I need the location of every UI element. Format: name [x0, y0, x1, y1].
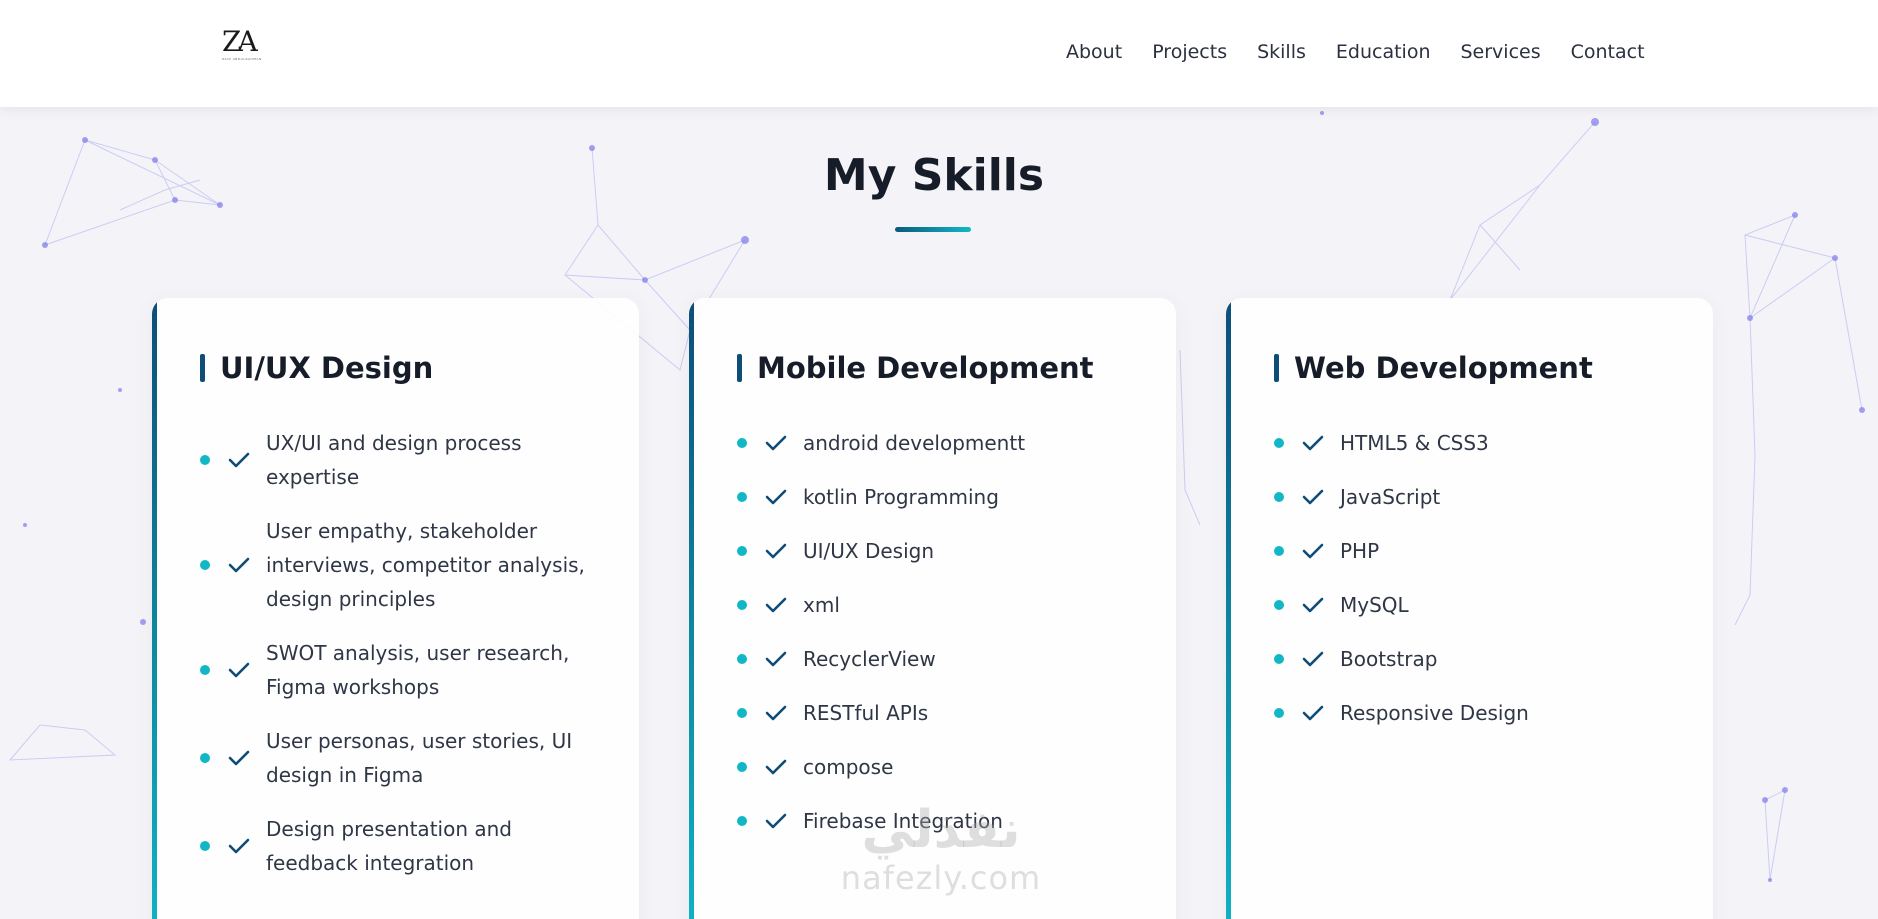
skill-text: RESTful APIs	[803, 701, 929, 725]
check-icon	[1302, 489, 1324, 505]
list-item: PHP	[1274, 534, 1684, 568]
bullet-dot	[1274, 492, 1284, 502]
bullet-dot	[737, 654, 747, 664]
check-icon	[765, 489, 787, 505]
check-icon	[228, 750, 250, 766]
list-item: RecyclerView	[737, 642, 1147, 676]
bullet-dot	[737, 762, 747, 772]
check-icon	[1302, 705, 1324, 721]
check-icon	[765, 543, 787, 559]
list-item: Responsive Design	[1274, 696, 1684, 730]
check-icon	[765, 705, 787, 721]
list-item: HTML5 & CSS3	[1274, 426, 1684, 460]
check-icon	[765, 435, 787, 451]
skill-text: PHP	[1340, 539, 1380, 563]
bullet-dot	[200, 560, 210, 570]
check-icon	[765, 813, 787, 829]
check-icon	[1302, 543, 1324, 559]
list-item: compose	[737, 750, 1147, 784]
site-logo[interactable]: ZA ZAID ABDULRAHMAN	[222, 28, 262, 64]
bullet-dot	[737, 816, 747, 826]
bullet-dot	[200, 455, 210, 465]
skill-list: UX/UI and design process expertise User …	[200, 426, 610, 900]
card-title: UI/UX Design	[200, 350, 433, 386]
check-icon	[228, 452, 250, 468]
skill-text: MySQL	[1340, 593, 1409, 617]
card-title: Mobile Development	[737, 350, 1094, 386]
bullet-dot	[200, 753, 210, 763]
logo-mark: ZA	[222, 25, 258, 58]
nav-link-contact[interactable]: Contact	[1571, 40, 1645, 64]
skill-text: UX/UI and design process expertise	[266, 431, 522, 489]
list-item: Design presentation and feedback integra…	[200, 812, 610, 880]
bullet-dot	[1274, 708, 1284, 718]
nav-link-education[interactable]: Education	[1336, 40, 1431, 64]
list-item: User empathy, stakeholder interviews, co…	[200, 514, 610, 616]
bullet-dot	[1274, 438, 1284, 448]
list-item: MySQL	[1274, 588, 1684, 622]
nav-link-projects[interactable]: Projects	[1152, 40, 1227, 64]
watermark-arabic: نفذلي	[861, 800, 1021, 860]
list-item: UX/UI and design process expertise	[200, 426, 610, 494]
logo-subtext: ZAID ABDULRAHMAN	[222, 57, 262, 61]
list-item: SWOT analysis, user research, Figma work…	[200, 636, 610, 704]
section-title: My Skills	[823, 150, 1045, 201]
check-icon	[765, 651, 787, 667]
bullet-dot	[1274, 600, 1284, 610]
skill-text: User empathy, stakeholder interviews, co…	[266, 519, 585, 611]
card-title: Web Development	[1274, 350, 1593, 386]
list-item: xml	[737, 588, 1147, 622]
bullet-dot	[737, 546, 747, 556]
top-navbar: ZA ZAID ABDULRAHMAN About Projects Skill…	[0, 0, 1878, 107]
skill-text: xml	[803, 593, 840, 617]
nav-link-services[interactable]: Services	[1461, 40, 1541, 64]
check-icon	[228, 838, 250, 854]
bullet-dot	[1274, 654, 1284, 664]
bullet-dot	[737, 600, 747, 610]
check-icon	[228, 662, 250, 678]
check-icon	[1302, 651, 1324, 667]
skill-text: SWOT analysis, user research, Figma work…	[266, 641, 570, 699]
skill-list: android developmentt kotlin Programming …	[737, 426, 1147, 858]
list-item: User personas, user stories, UI design i…	[200, 724, 610, 792]
bullet-dot	[200, 665, 210, 675]
list-item: UI/UX Design	[737, 534, 1147, 568]
skill-text: JavaScript	[1340, 485, 1441, 509]
bullet-dot	[737, 492, 747, 502]
skill-text: Responsive Design	[1340, 701, 1529, 725]
list-item: RESTful APIs	[737, 696, 1147, 730]
check-icon	[765, 759, 787, 775]
check-icon	[1302, 435, 1324, 451]
skill-text: kotlin Programming	[803, 485, 999, 509]
skill-list: HTML5 & CSS3 JavaScript PHP MySQL Bootst	[1274, 426, 1684, 750]
title-underline	[895, 227, 971, 232]
skill-text: android developmentt	[803, 431, 1026, 455]
skill-text: UI/UX Design	[803, 539, 935, 563]
skill-card-uiux: UI/UX Design UX/UI and design process ex…	[152, 298, 639, 919]
nav-links: About Projects Skills Education Services…	[1066, 40, 1675, 64]
bullet-dot	[737, 438, 747, 448]
nav-link-skills[interactable]: Skills	[1257, 40, 1306, 64]
skill-text: Bootstrap	[1340, 647, 1438, 671]
nav-link-about[interactable]: About	[1066, 40, 1122, 64]
list-item: Bootstrap	[1274, 642, 1684, 676]
skill-text: compose	[803, 755, 894, 779]
bullet-dot	[200, 841, 210, 851]
page: ZA ZAID ABDULRAHMAN About Projects Skill…	[0, 0, 1878, 919]
bullet-dot	[737, 708, 747, 718]
skill-text: User personas, user stories, UI design i…	[266, 729, 573, 787]
list-item: kotlin Programming	[737, 480, 1147, 514]
check-icon	[1302, 597, 1324, 613]
skill-text: Design presentation and feedback integra…	[266, 817, 512, 875]
skill-card-web: Web Development HTML5 & CSS3 JavaScript …	[1226, 298, 1713, 919]
watermark-latin: nafezly.com	[840, 859, 1042, 897]
bullet-dot	[1274, 546, 1284, 556]
list-item: JavaScript	[1274, 480, 1684, 514]
skill-text: HTML5 & CSS3	[1340, 431, 1489, 455]
watermark: نفذلي nafezly.com	[826, 800, 1056, 896]
list-item: android developmentt	[737, 426, 1147, 460]
check-icon	[228, 557, 250, 573]
check-icon	[765, 597, 787, 613]
skill-text: RecyclerView	[803, 647, 936, 671]
